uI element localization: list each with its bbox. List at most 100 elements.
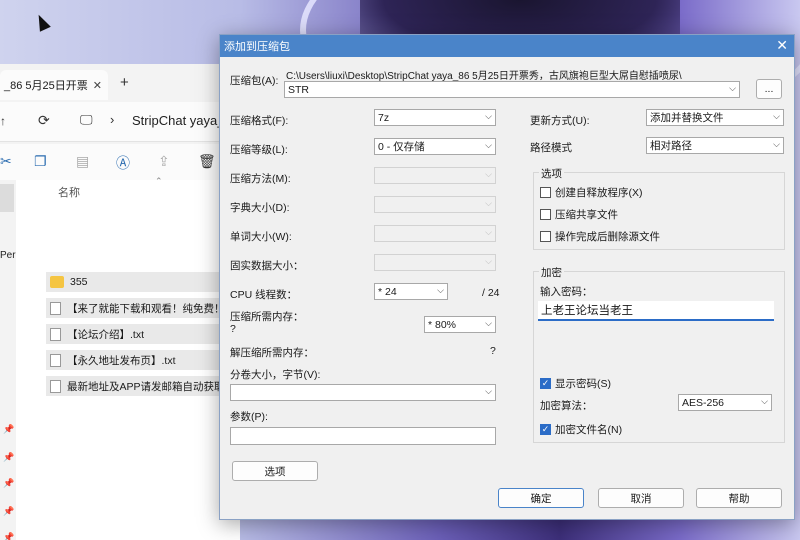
explorer-tab[interactable]: _86 5月25日开票 ✕ bbox=[0, 70, 108, 100]
encrypt-names-checkbox[interactable]: ✓ 加密文件名(N) bbox=[540, 422, 622, 437]
text-file-icon bbox=[50, 301, 61, 315]
level-label: 压缩等级(L): bbox=[230, 144, 288, 156]
threads-value: * 24 bbox=[378, 285, 397, 298]
sort-caret-icon[interactable]: ⌃ bbox=[155, 176, 163, 187]
file-row[interactable]: 【来了就能下载和观看！纯免费！ bbox=[46, 298, 240, 318]
word-select[interactable]: ⌵ bbox=[374, 225, 496, 242]
encryption-group-title: 加密 bbox=[539, 265, 564, 280]
options-button[interactable]: 选项 bbox=[232, 461, 318, 481]
close-icon[interactable]: ✕ bbox=[776, 37, 788, 54]
help-button[interactable]: 帮助 bbox=[696, 488, 782, 508]
file-name: 【来了就能下载和观看！纯免费！ bbox=[67, 302, 225, 315]
sidebar-selected-item[interactable] bbox=[0, 184, 14, 212]
update-label: 更新方式(U): bbox=[530, 115, 590, 127]
delete-icon[interactable]: 🗑 bbox=[198, 153, 216, 170]
show-password-checkbox[interactable]: ✓ 显示密码(S) bbox=[540, 376, 611, 391]
archive-path: C:\Users\liuxi\Desktop\StripChat yaya_86… bbox=[286, 71, 682, 82]
text-file-icon bbox=[50, 327, 61, 341]
paste-icon[interactable]: ▤ bbox=[76, 153, 89, 170]
address-path[interactable]: StripChat yaya_8 bbox=[132, 113, 232, 128]
solid-select[interactable]: ⌵ bbox=[374, 254, 496, 271]
shared-files-checkbox[interactable]: 压缩共享文件 bbox=[540, 207, 618, 222]
sfx-checkbox[interactable]: 创建自释放程序(X) bbox=[540, 185, 643, 200]
explorer-sidebar: Per 📌 📌 📌 📌 📌 bbox=[0, 180, 16, 540]
archive-name-value: STR bbox=[288, 83, 309, 96]
update-value: 添加并替换文件 bbox=[650, 112, 724, 124]
sfx-label: 创建自释放程序(X) bbox=[555, 187, 643, 199]
options-group: 选项 创建自释放程序(X) 压缩共享文件 操作完成后删除源文件 bbox=[533, 166, 785, 250]
algorithm-value: AES-256 bbox=[682, 396, 725, 409]
chevron-down-icon: ⌵ bbox=[485, 386, 492, 396]
dict-select[interactable]: ⌵ bbox=[374, 196, 496, 213]
encrypt-names-label: 加密文件名(N) bbox=[555, 424, 623, 436]
pin-icon: 📌 bbox=[3, 478, 15, 488]
folder-icon bbox=[50, 276, 64, 288]
up-arrow-icon[interactable]: ↑ bbox=[0, 114, 6, 128]
mem-percent-select[interactable]: * 80% ⌵ bbox=[424, 316, 496, 333]
password-input[interactable]: 上老王论坛当老王 bbox=[538, 301, 774, 321]
file-row[interactable]: 【论坛介绍】.txt bbox=[46, 324, 240, 344]
delete-after-checkbox[interactable]: 操作完成后删除源文件 bbox=[540, 229, 660, 244]
solid-label: 固实数据大小： bbox=[230, 260, 304, 272]
checkbox-icon bbox=[540, 209, 551, 220]
dict-label: 字典大小(D): bbox=[230, 202, 290, 214]
delete-after-label: 操作完成后删除源文件 bbox=[555, 231, 660, 243]
chevron-down-icon: ⌵ bbox=[485, 140, 492, 150]
copy-icon[interactable]: ❐ bbox=[34, 153, 47, 170]
chevron-down-icon: ⌵ bbox=[485, 318, 492, 328]
pathmode-select[interactable]: 相对路径 ⌵ bbox=[646, 137, 784, 154]
ok-button[interactable]: 确定 bbox=[498, 488, 584, 508]
format-label: 压缩格式(F): bbox=[230, 115, 289, 127]
algorithm-label: 加密算法： bbox=[540, 400, 593, 412]
algorithm-select[interactable]: AES-256 ⌵ bbox=[678, 394, 772, 411]
file-name: 最新地址及APP请发邮箱自动获取 bbox=[67, 380, 225, 393]
cancel-button[interactable]: 取消 bbox=[598, 488, 684, 508]
threads-select[interactable]: * 24 ⌵ bbox=[374, 283, 448, 300]
chevron-down-icon: ⌵ bbox=[773, 111, 780, 121]
pin-icon: 📌 bbox=[3, 452, 15, 462]
split-size-combo[interactable]: ⌵ bbox=[230, 384, 496, 401]
method-select[interactable]: ⌵ bbox=[374, 167, 496, 184]
pathmode-label: 路径模式 bbox=[530, 142, 572, 154]
share-icon[interactable]: ⇪ bbox=[158, 153, 170, 170]
chevron-down-icon: ⌵ bbox=[773, 139, 780, 149]
params-input[interactable] bbox=[230, 427, 496, 445]
archive-name-combo[interactable]: STR ⌵ bbox=[284, 81, 740, 98]
new-tab-icon[interactable]: + bbox=[120, 74, 129, 91]
chevron-down-icon: ⌵ bbox=[729, 83, 736, 93]
chevron-right-icon[interactable]: › bbox=[110, 112, 114, 127]
chevron-down-icon: ⌵ bbox=[761, 396, 768, 406]
text-file-icon bbox=[50, 379, 61, 393]
level-select[interactable]: 0 - 仅存储 ⌵ bbox=[374, 138, 496, 155]
checkmark-icon: ✓ bbox=[540, 378, 551, 389]
computer-icon[interactable]: 🖵 bbox=[80, 112, 93, 128]
dialog-titlebar[interactable]: 添加到压缩包 ✕ bbox=[220, 35, 794, 57]
explorer-toolbar: ✂ ❐ ▤ Ⓐ ⇪ 🗑 bbox=[0, 144, 240, 180]
pin-icon: 📌 bbox=[3, 424, 15, 434]
close-tab-icon[interactable]: ✕ bbox=[93, 79, 102, 92]
chevron-down-icon: ⌵ bbox=[485, 256, 492, 266]
explorer-nav-bar: ↑ ⟳ 🖵 › StripChat yaya_8 bbox=[0, 102, 240, 142]
rename-icon[interactable]: Ⓐ bbox=[116, 153, 130, 173]
params-label: 参数(P): bbox=[230, 411, 268, 423]
text-file-icon bbox=[50, 353, 61, 367]
file-row[interactable]: 【永久地址发布页】.txt bbox=[46, 350, 240, 370]
shared-files-label: 压缩共享文件 bbox=[555, 209, 618, 221]
update-select[interactable]: 添加并替换文件 ⌵ bbox=[646, 109, 784, 126]
browse-button[interactable]: ... bbox=[756, 79, 782, 99]
chevron-down-icon: ⌵ bbox=[437, 285, 444, 295]
sidebar-item-label[interactable]: Per bbox=[0, 250, 16, 261]
mem-decomp-value: ? bbox=[490, 345, 496, 357]
format-select[interactable]: 7z ⌵ bbox=[374, 109, 496, 126]
cut-icon[interactable]: ✂ bbox=[0, 153, 12, 170]
file-name: 【永久地址发布页】.txt bbox=[67, 354, 176, 367]
file-row[interactable]: 355 bbox=[46, 272, 240, 292]
file-row[interactable]: 最新地址及APP请发邮箱自动获取 bbox=[46, 376, 240, 396]
mem-percent-value: * 80% bbox=[428, 318, 457, 331]
refresh-icon[interactable]: ⟳ bbox=[38, 112, 50, 129]
checkbox-icon bbox=[540, 231, 551, 242]
pin-icon: 📌 bbox=[3, 506, 15, 516]
mem-comp-value: ? bbox=[230, 323, 236, 335]
column-header-name[interactable]: 名称 bbox=[58, 184, 80, 200]
chevron-down-icon: ⌵ bbox=[485, 227, 492, 237]
